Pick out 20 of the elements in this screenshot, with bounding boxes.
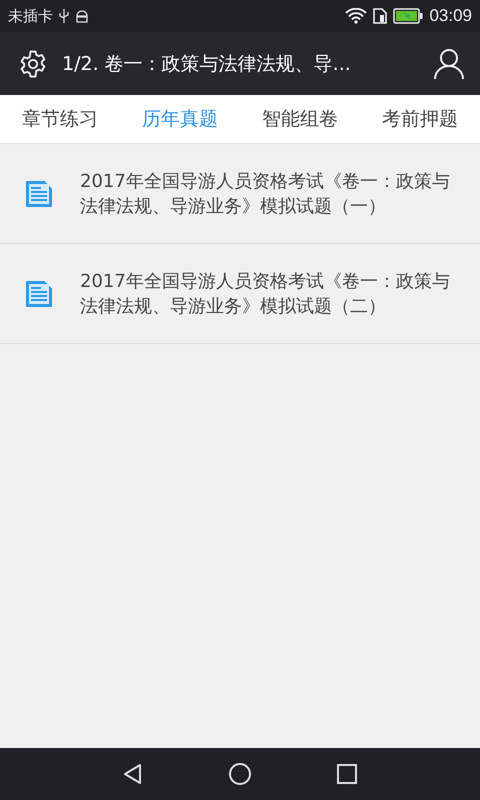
document-icon — [24, 178, 54, 208]
tab[interactable]: 章节练习 — [18, 100, 102, 138]
user-icon[interactable] — [432, 46, 466, 80]
battery-icon — [393, 8, 424, 24]
item-title: 2017年全国导游人员资格考试《卷一：政策与法律法规、导游业务》模拟试题（一） — [80, 170, 450, 218]
tab[interactable]: 考前押题 — [378, 100, 462, 138]
sim-card-icon — [373, 8, 388, 24]
carrier-text: 未插卡 — [8, 6, 53, 26]
recents-icon[interactable] — [334, 762, 359, 786]
tab[interactable]: 智能组卷 — [258, 100, 342, 138]
item-title: 2017年全国导游人员资格考试《卷一：政策与法律法规、导游业务》模拟试题（二） — [80, 270, 450, 318]
settings-icon[interactable] — [18, 48, 48, 78]
list-item[interactable]: 2017年全国导游人员资格考试《卷一：政策与法律法规、导游业务》模拟试题（一） — [0, 144, 480, 244]
header-title: 1/2. 卷一：政策与法律法规、导... — [62, 52, 352, 76]
document-icon — [24, 278, 54, 308]
wifi-icon — [345, 8, 368, 24]
home-icon[interactable] — [228, 762, 252, 786]
list-item[interactable]: 2017年全国导游人员资格考试《卷一：政策与法律法规、导游业务》模拟试题（二） — [0, 244, 480, 344]
clock-text: 03:09 — [429, 6, 472, 26]
usb-icon — [59, 9, 69, 23]
